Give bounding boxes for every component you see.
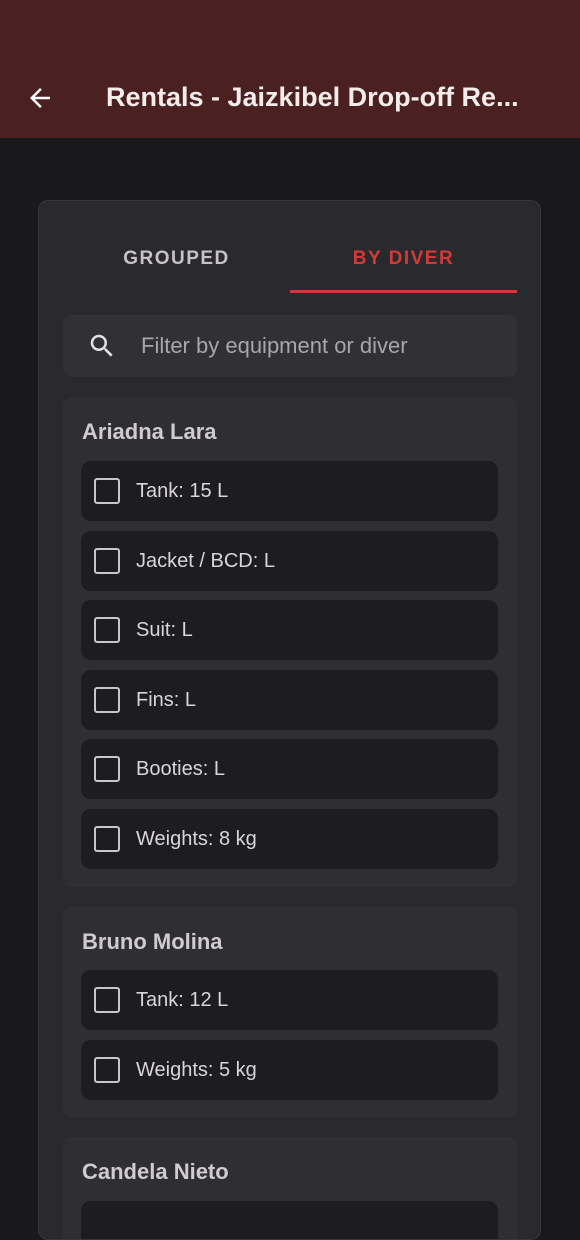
item-label: Suit: L bbox=[136, 618, 193, 641]
rentals-panel: GROUPED BY DIVER Ariadna Lara Tank: 15 L… bbox=[38, 200, 541, 1240]
diver-group: Bruno Molina Tank: 12 L Weights: 5 kg bbox=[63, 907, 517, 1117]
diver-group: Candela Nieto bbox=[63, 1137, 517, 1239]
list-item[interactable]: Suit: L bbox=[81, 600, 498, 660]
search-bar[interactable] bbox=[63, 315, 517, 377]
checkbox[interactable] bbox=[94, 687, 120, 713]
item-label: Weights: 8 kg bbox=[136, 827, 257, 850]
app-bar: Rentals - Jaizkibel Drop-off Re... bbox=[0, 0, 580, 138]
diver-name: Bruno Molina bbox=[82, 929, 223, 954]
checkbox[interactable] bbox=[94, 1057, 120, 1083]
item-label: Jacket / BCD: L bbox=[136, 549, 275, 572]
item-label: Fins: L bbox=[136, 688, 197, 711]
list-item[interactable]: Weights: 8 kg bbox=[81, 809, 498, 869]
list-item[interactable] bbox=[81, 1201, 498, 1239]
tab-grouped[interactable]: GROUPED bbox=[63, 225, 290, 293]
checkbox[interactable] bbox=[94, 756, 120, 782]
list-item[interactable]: Tank: 15 L bbox=[81, 461, 498, 521]
search-icon bbox=[90, 334, 113, 357]
checkbox[interactable] bbox=[94, 826, 120, 852]
page-title: Rentals - Jaizkibel Drop-off Re... bbox=[106, 82, 519, 112]
list-item[interactable]: Jacket / BCD: L bbox=[81, 531, 498, 591]
list-item[interactable]: Booties: L bbox=[81, 739, 498, 799]
item-label: Booties: L bbox=[136, 757, 225, 780]
item-label: Tank: 15 L bbox=[136, 479, 229, 502]
checkbox[interactable] bbox=[94, 617, 120, 643]
diver-name: Ariadna Lara bbox=[82, 419, 217, 444]
arrow-left-icon bbox=[30, 88, 50, 108]
search-input[interactable] bbox=[141, 333, 501, 359]
list-item[interactable]: Fins: L bbox=[81, 670, 498, 730]
view-tabs: GROUPED BY DIVER bbox=[63, 225, 517, 293]
back-button[interactable] bbox=[18, 76, 62, 120]
item-label: Tank: 12 L bbox=[136, 988, 229, 1011]
checkbox[interactable] bbox=[94, 478, 120, 504]
list-item[interactable]: Tank: 12 L bbox=[81, 970, 498, 1030]
checkbox[interactable] bbox=[94, 548, 120, 574]
checkbox[interactable] bbox=[94, 987, 120, 1013]
diver-group: Ariadna Lara Tank: 15 L Jacket / BCD: L … bbox=[63, 397, 517, 887]
diver-name: Candela Nieto bbox=[82, 1159, 229, 1184]
list-item[interactable]: Weights: 5 kg bbox=[81, 1040, 498, 1100]
item-label: Weights: 5 kg bbox=[136, 1058, 257, 1081]
tab-by-diver[interactable]: BY DIVER bbox=[290, 225, 517, 293]
